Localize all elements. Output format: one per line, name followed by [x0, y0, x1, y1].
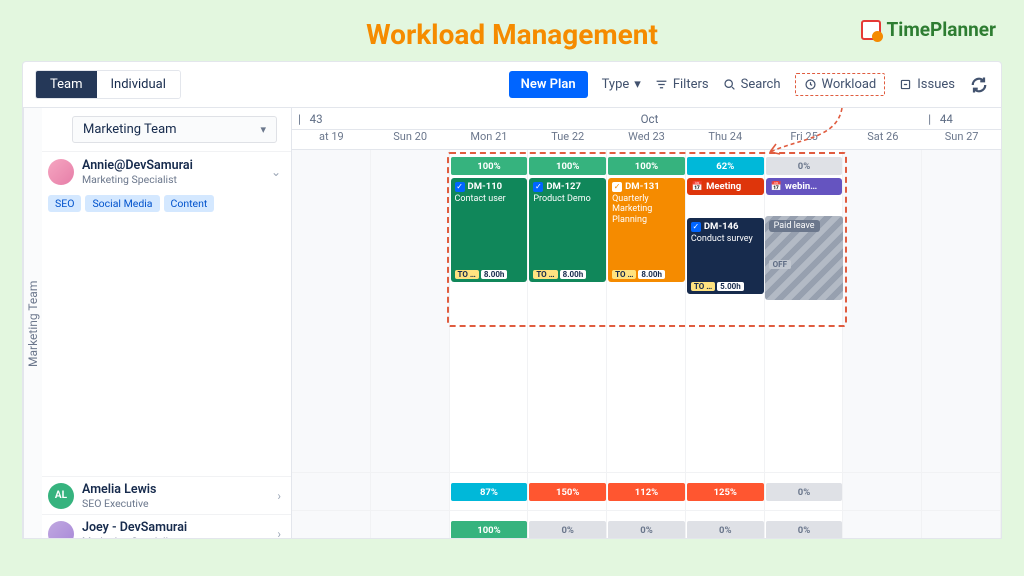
filter-icon	[655, 78, 668, 91]
workload-cell[interactable]: 112%	[608, 483, 685, 501]
app-window: Team Individual New Plan Type▾ Filters S…	[22, 61, 1002, 539]
workload-cell[interactable]: 0%	[766, 521, 843, 539]
person-role: Marketing Specialist	[82, 173, 193, 186]
chevron-down-icon: ▾	[634, 77, 641, 92]
calendar-icon: 📅	[771, 182, 782, 192]
workload-cell[interactable]: 125%	[687, 483, 764, 501]
tag-social[interactable]: Social Media	[85, 195, 159, 212]
clock-icon	[804, 78, 817, 91]
day-col: Fri 25	[765, 130, 844, 149]
search-icon	[723, 78, 736, 91]
issues-button[interactable]: Issues	[899, 77, 955, 92]
day-header: at 19 Sun 20 Mon 21 Tue 22 Wed 23 Thu 24…	[292, 130, 1001, 150]
brand-name: TimePlanner	[887, 18, 996, 41]
task-card[interactable]: ✓DM-146Conduct surveyTO …5.00h	[687, 218, 764, 294]
day-col: Wed 23	[607, 130, 686, 149]
day-col: Mon 21	[450, 130, 529, 149]
workload-cell[interactable]: 100%	[451, 521, 528, 539]
avatar	[48, 159, 74, 185]
cards-row2-annie: ✓DM-146Conduct surveyTO …5.00hPaid leave…	[292, 216, 1001, 314]
day-col: Sun 27	[922, 130, 1001, 149]
avatar: AL	[48, 483, 74, 509]
workload-button[interactable]: Workload	[795, 73, 886, 96]
week-43: 43	[304, 112, 323, 126]
view-tabs: Team Individual	[35, 70, 181, 99]
filters-button[interactable]: Filters	[655, 77, 709, 92]
workload-bar-joey: 100%0%0%0%0%	[292, 521, 1001, 539]
task-card[interactable]: Paid leaveOFF	[765, 216, 844, 300]
workload-cell[interactable]: 87%	[451, 483, 528, 501]
month-header: | 43 Oct | 44	[292, 108, 1001, 130]
day-col: Sun 20	[371, 130, 450, 149]
workload-cell[interactable]: 100%	[608, 157, 685, 175]
person-row-amelia[interactable]: AL Amelia Lewis SEO Executive ›	[42, 476, 291, 514]
chevron-right-icon[interactable]: ›	[277, 527, 281, 540]
check-icon: ✓	[455, 182, 465, 192]
workload-cell[interactable]: 0%	[766, 483, 843, 501]
issues-icon	[899, 78, 912, 91]
person-tags: SEO Social Media Content	[42, 191, 291, 220]
calendar-icon: 📅	[692, 182, 703, 192]
person-name: Amelia Lewis	[82, 482, 156, 497]
new-plan-button[interactable]: New Plan	[509, 71, 588, 98]
workload-cell[interactable]: 100%	[451, 157, 528, 175]
team-vertical-label: Marketing Team	[23, 108, 42, 539]
check-icon: ✓	[691, 222, 701, 232]
type-dropdown[interactable]: Type▾	[602, 77, 641, 92]
check-icon: ✓	[612, 182, 622, 192]
check-icon: ✓	[533, 182, 543, 192]
task-card[interactable]: 📅Meeting	[687, 178, 764, 195]
person-role: Marketing Specialist	[82, 535, 187, 540]
brand-logo-icon	[861, 20, 881, 40]
day-col: Sat 26	[843, 130, 922, 149]
day-col: Thu 24	[686, 130, 765, 149]
tab-team[interactable]: Team	[36, 71, 97, 98]
person-role: SEO Executive	[82, 497, 156, 510]
person-row-annie[interactable]: Annie@DevSamurai Marketing Specialist ⌄	[42, 151, 291, 191]
task-card[interactable]: 📅webin…	[766, 178, 843, 195]
workload-cell[interactable]: 0%	[529, 521, 606, 539]
workload-cell[interactable]: 62%	[687, 157, 764, 175]
person-name: Joey - DevSamurai	[82, 520, 187, 535]
chevron-down-icon[interactable]: ⌄	[271, 165, 281, 179]
calendar-grid: | 43 Oct | 44 at 19 Sun 20 Mon 21 Tue 22…	[292, 108, 1001, 539]
workload-cell[interactable]: 100%	[529, 157, 606, 175]
workload-bar-annie: 100%100%100%62%0%	[292, 157, 1001, 175]
day-col: at 19	[292, 130, 371, 149]
workload-cell[interactable]: 0%	[608, 521, 685, 539]
month-label: Oct	[607, 112, 686, 126]
avatar	[48, 521, 74, 540]
toolbar: Team Individual New Plan Type▾ Filters S…	[23, 62, 1001, 108]
tab-individual[interactable]: Individual	[97, 71, 180, 98]
workload-bar-amelia: 87%150%112%125%0%	[292, 483, 1001, 501]
sidebar: Marketing Team Annie@DevSamurai Marketin…	[42, 108, 292, 539]
person-name: Annie@DevSamurai	[82, 158, 193, 173]
refresh-button[interactable]	[969, 75, 989, 95]
day-col: Tue 22	[528, 130, 607, 149]
workload-cell[interactable]: 0%	[687, 521, 764, 539]
brand: TimePlanner	[861, 18, 996, 41]
refresh-icon	[969, 75, 989, 95]
chevron-right-icon[interactable]: ›	[277, 489, 281, 503]
tag-content[interactable]: Content	[164, 195, 215, 212]
team-selector[interactable]: Marketing Team	[72, 116, 277, 143]
week-44: 44	[934, 112, 953, 126]
tag-seo[interactable]: SEO	[48, 195, 81, 212]
workload-cell[interactable]: 150%	[529, 483, 606, 501]
person-row-joey[interactable]: Joey - DevSamurai Marketing Specialist ›	[42, 514, 291, 539]
search-button[interactable]: Search	[723, 77, 781, 92]
workload-cell[interactable]: 0%	[766, 157, 843, 175]
